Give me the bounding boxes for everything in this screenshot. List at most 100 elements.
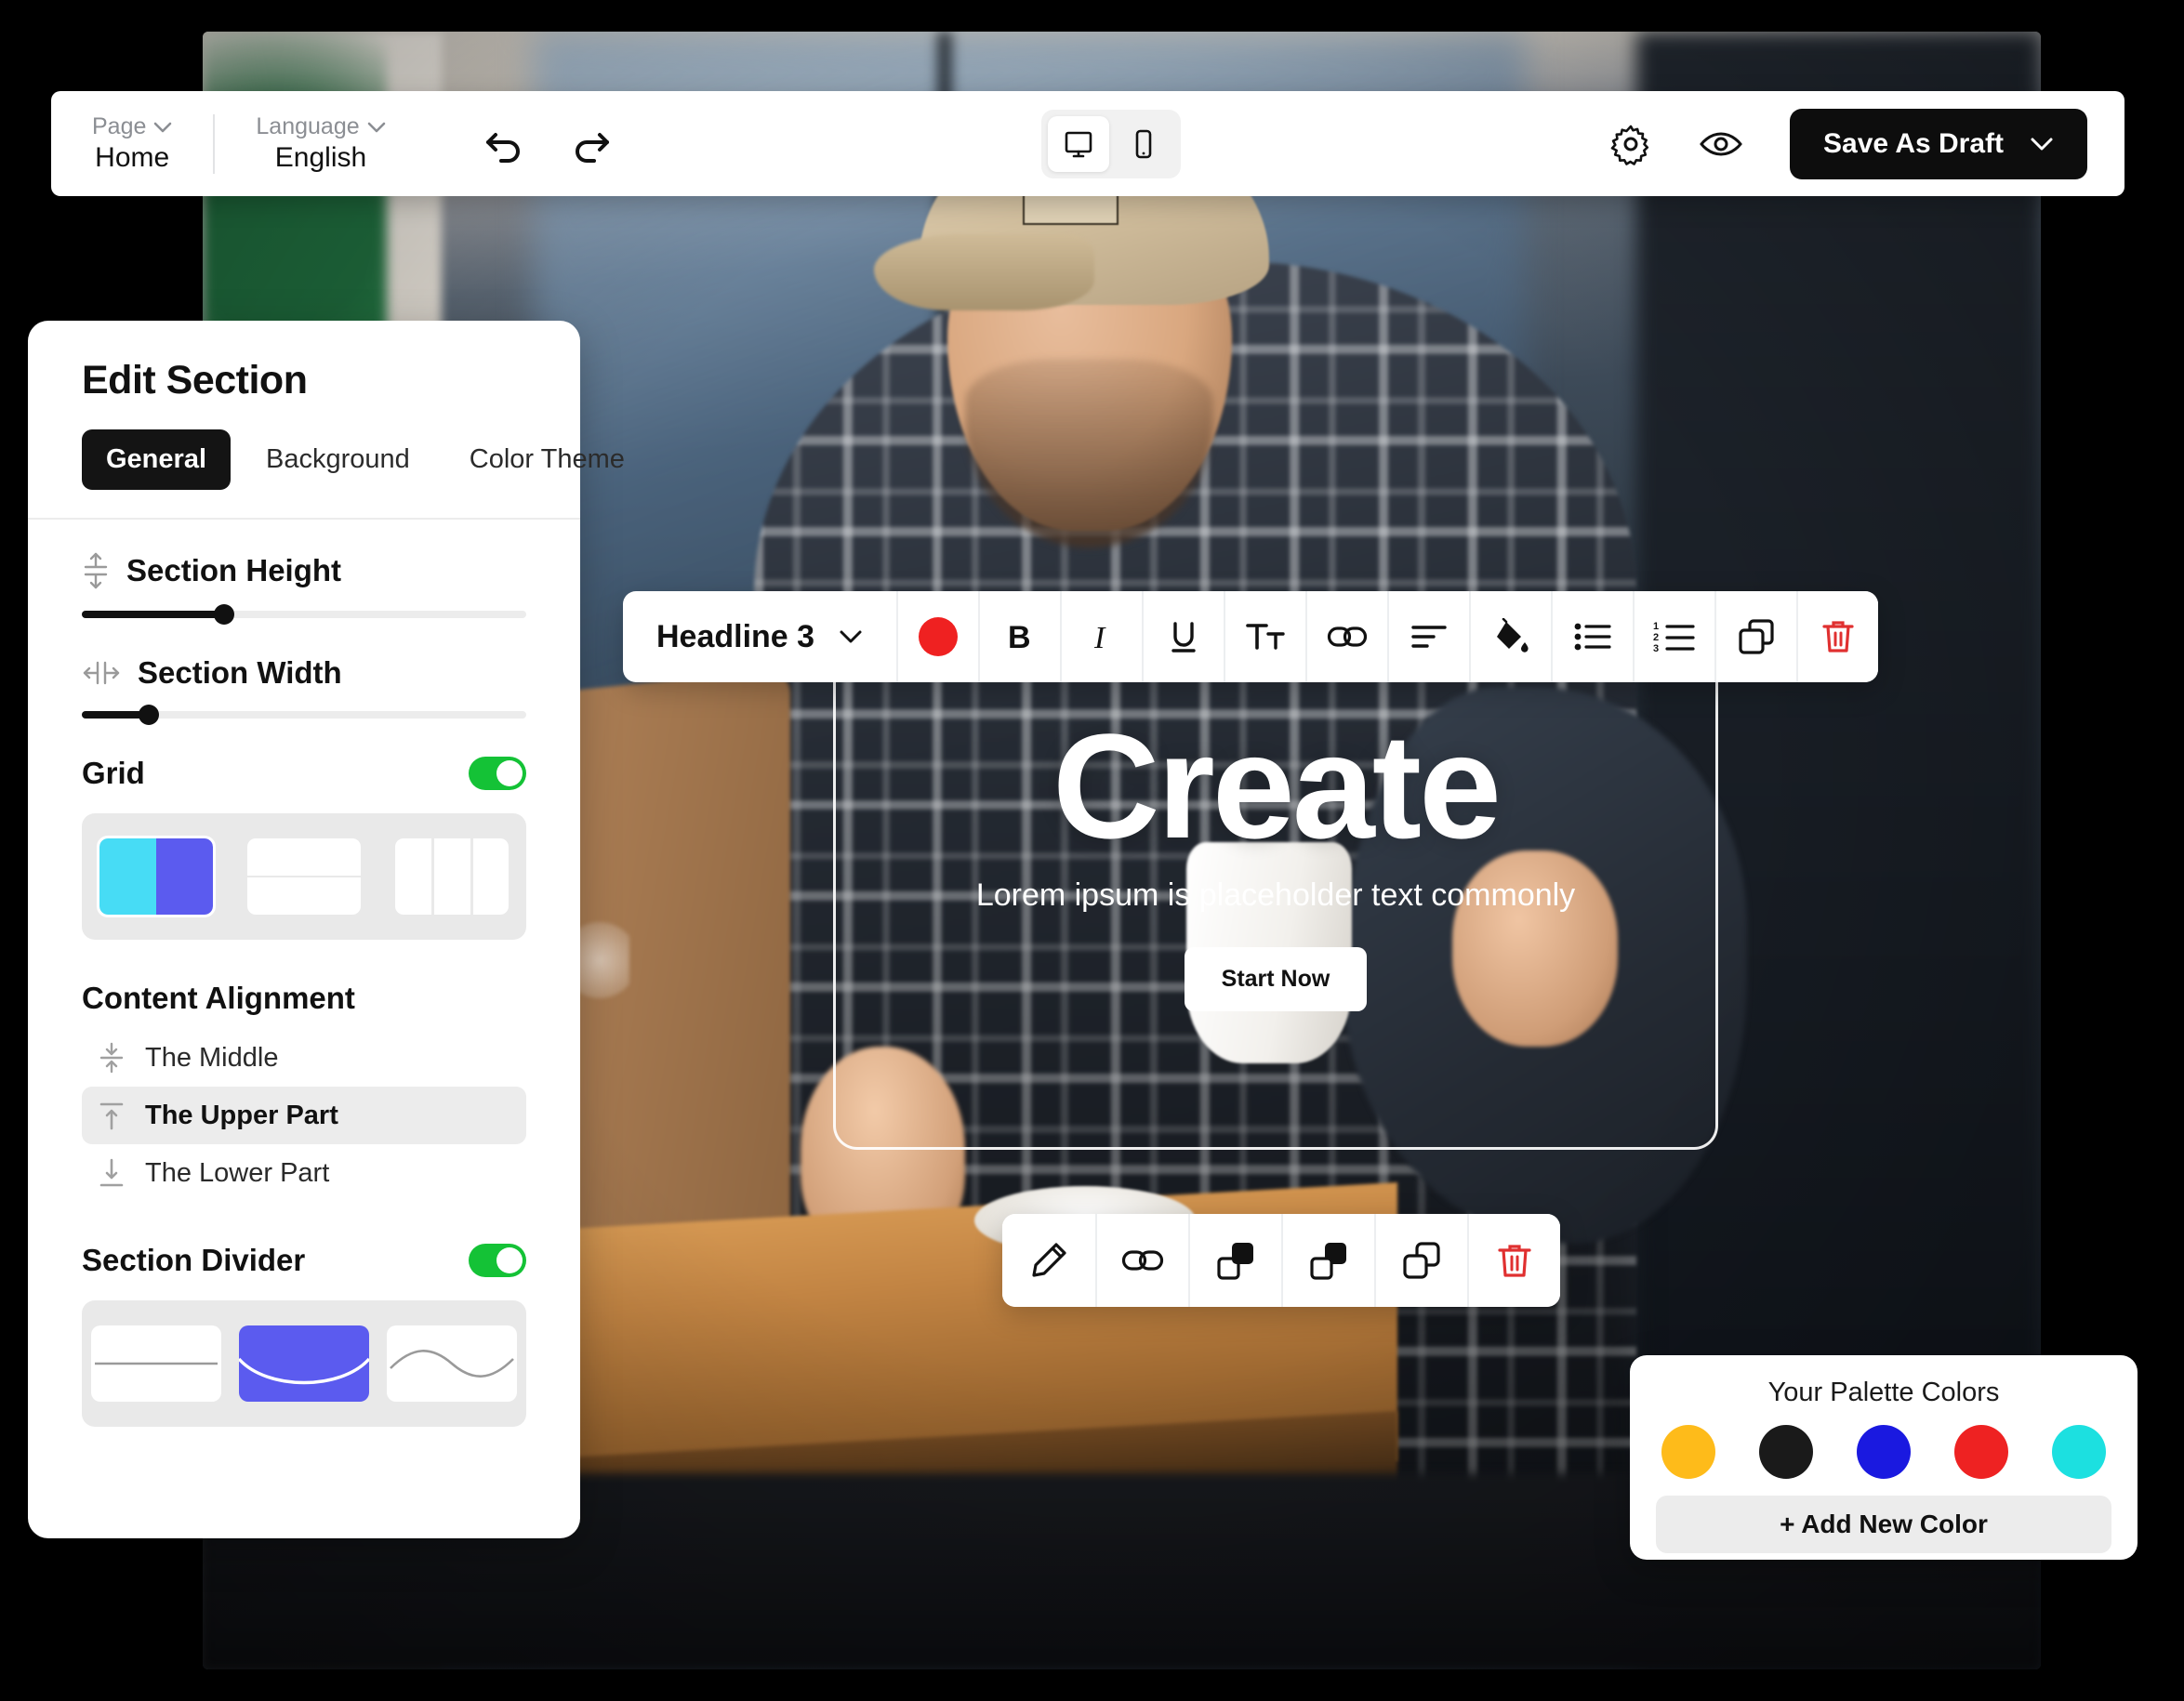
palette-swatch-1[interactable]	[1661, 1425, 1715, 1479]
alignment-option-label: The Lower Part	[145, 1157, 330, 1188]
numbered-list-button[interactable]: 1 2 3	[1633, 591, 1715, 682]
svg-text:I: I	[1093, 621, 1106, 655]
numbered-list-icon: 1 2 3	[1653, 621, 1696, 653]
save-as-draft-button[interactable]: Save As Draft	[1790, 108, 2088, 179]
bring-forward-button[interactable]	[1188, 1214, 1281, 1307]
device-preview-toggle	[1040, 109, 1181, 178]
history-controls	[483, 122, 613, 166]
tab-general[interactable]: General	[82, 429, 231, 490]
language-selector-value: English	[274, 142, 367, 173]
text-format-toolbar: Headline 3 B I 1 2 3	[623, 591, 1879, 682]
svg-text:B: B	[1008, 620, 1031, 655]
svg-text:1: 1	[1653, 621, 1659, 632]
alignment-option-label: The Middle	[145, 1042, 279, 1073]
grid-option-two-columns-colored[interactable]	[96, 836, 216, 917]
element-toolbar	[1002, 1214, 1560, 1307]
link-button[interactable]	[1095, 1214, 1188, 1307]
bullet-list-icon	[1573, 622, 1612, 652]
grid-label: Grid	[82, 756, 145, 790]
add-new-color-button[interactable]: + Add New Color	[1656, 1496, 2111, 1553]
align-bottom-icon	[99, 1157, 125, 1189]
duplicate-button[interactable]	[1374, 1214, 1467, 1307]
language-selector[interactable]: Language English	[215, 113, 426, 174]
section-height-row: Section Height	[82, 551, 526, 590]
align-top-icon	[99, 1100, 125, 1131]
svg-text:3: 3	[1653, 643, 1659, 653]
desktop-icon	[1062, 127, 1095, 161]
palette-swatch-2[interactable]	[1759, 1425, 1813, 1479]
font-size-button[interactable]	[1224, 591, 1306, 682]
italic-button[interactable]: I	[1060, 591, 1143, 682]
width-arrows-icon	[82, 659, 121, 687]
divider-option-wave[interactable]	[387, 1325, 518, 1402]
divider-option-curve[interactable]	[238, 1325, 369, 1402]
link-button[interactable]	[1305, 591, 1388, 682]
section-width-slider[interactable]	[82, 705, 526, 725]
grid-option-two-rows[interactable]	[246, 838, 361, 915]
alignment-option-upper[interactable]: The Upper Part	[82, 1087, 526, 1144]
tab-background[interactable]: Background	[242, 429, 434, 490]
page-selector-value: Home	[95, 142, 170, 173]
top-right-actions: Save As Draft	[1609, 108, 2124, 179]
paint-bucket-icon	[1491, 618, 1530, 655]
palette-title: Your Palette Colors	[1767, 1378, 2000, 1407]
bold-icon: B	[1004, 618, 1036, 655]
alignment-option-middle[interactable]: The Middle	[82, 1029, 526, 1087]
alignment-option-lower[interactable]: The Lower Part	[82, 1144, 526, 1202]
text-style-selector[interactable]: Headline 3	[623, 591, 896, 682]
settings-button[interactable]	[1609, 123, 1652, 165]
chevron-down-icon	[839, 629, 863, 644]
start-now-button[interactable]: Start Now	[1184, 947, 1368, 1011]
bullet-list-button[interactable]	[1551, 591, 1634, 682]
device-mobile-button[interactable]	[1113, 116, 1174, 172]
panel-tabs: General Background Color Theme	[82, 429, 625, 518]
palette-swatch-3[interactable]	[1857, 1425, 1911, 1479]
page-selector-label: Page	[92, 113, 172, 140]
section-divider-options	[82, 1300, 526, 1427]
redo-button[interactable]	[568, 122, 613, 166]
section-width-label: Section Width	[138, 655, 342, 690]
text-size-icon	[1245, 618, 1286, 655]
grid-toggle[interactable]	[469, 757, 526, 790]
duplicate-button[interactable]	[1714, 591, 1797, 682]
align-button[interactable]	[1387, 591, 1470, 682]
text-color-button[interactable]	[896, 591, 979, 682]
align-middle-icon	[99, 1042, 125, 1074]
send-backward-icon	[1308, 1240, 1349, 1281]
section-height-slider[interactable]	[82, 604, 526, 625]
edit-section-panel: Edit Section General Background Color Th…	[28, 321, 625, 1538]
underline-button[interactable]	[1142, 591, 1224, 682]
divider-option-straight-line[interactable]	[90, 1325, 221, 1402]
device-desktop-button[interactable]	[1047, 115, 1109, 172]
grid-options	[82, 813, 526, 940]
edit-button[interactable]	[1002, 1214, 1095, 1307]
undo-button[interactable]	[483, 122, 527, 166]
language-label-text: Language	[256, 113, 360, 139]
hero-subtitle[interactable]: Lorem ipsum is placeholder text commonly	[833, 877, 1718, 914]
trash-icon	[1821, 618, 1855, 655]
bring-forward-icon	[1215, 1240, 1256, 1281]
chevron-down-icon	[2030, 137, 2054, 152]
duplicate-icon	[1738, 618, 1775, 655]
tab-color-theme[interactable]: Color Theme	[445, 429, 649, 490]
pencil-icon	[1028, 1240, 1069, 1281]
section-height-label: Section Height	[126, 553, 342, 587]
preview-button[interactable]	[1699, 127, 1743, 161]
section-divider-toggle[interactable]	[469, 1244, 526, 1277]
palette-swatch-4[interactable]	[1954, 1425, 2008, 1479]
page-selector[interactable]: Page Home	[51, 113, 213, 174]
chevron-down-icon	[153, 122, 172, 133]
delete-button[interactable]	[1467, 1214, 1560, 1307]
gear-icon	[1609, 123, 1652, 165]
send-backward-button[interactable]	[1281, 1214, 1374, 1307]
content-alignment-options: The Middle The Upper Part The Lower Part	[82, 1029, 526, 1202]
hero-title[interactable]: Create	[833, 712, 1718, 861]
fill-color-button[interactable]	[1469, 591, 1552, 682]
mobile-icon	[1127, 127, 1160, 161]
grid-option-three-columns[interactable]	[395, 838, 510, 915]
palette-swatch-5[interactable]	[2052, 1425, 2106, 1479]
section-divider-header: Section Divider	[82, 1243, 526, 1278]
bold-button[interactable]: B	[978, 591, 1061, 682]
delete-button[interactable]	[1796, 591, 1879, 682]
link-icon	[1121, 1246, 1164, 1274]
